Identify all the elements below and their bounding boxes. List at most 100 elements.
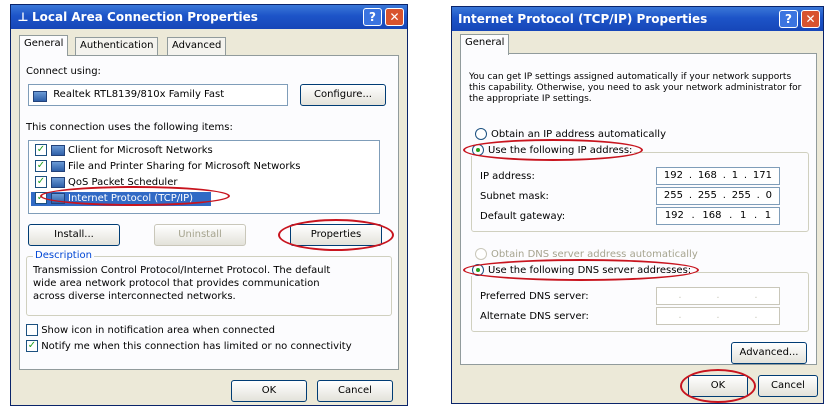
obtain-ip-auto-radio[interactable]: [475, 128, 487, 140]
ip-octet: 1: [739, 210, 747, 221]
local-area-connection-dialog: ⊥ Local Area Connection Properties ? ✕ Ge…: [10, 4, 408, 406]
checkbox-file-sharing[interactable]: ✓: [35, 160, 47, 172]
install-button[interactable]: Install...: [28, 224, 120, 246]
items-label: This connection uses the following items…: [26, 122, 233, 133]
highlight-ellipse-ok: [680, 369, 756, 403]
dialog2-title: Internet Protocol (TCP/IP) Properties: [458, 12, 708, 26]
cancel-button[interactable]: Cancel: [758, 375, 818, 397]
preferred-dns-label: Preferred DNS server:: [480, 291, 589, 302]
dialog1-title: Local Area Connection Properties: [32, 10, 258, 24]
general-panel: Connect using: Realtek RTL8139/810x Fami…: [19, 55, 399, 370]
show-icon-row[interactable]: Show icon in notification area when conn…: [26, 324, 275, 336]
obtain-ip-auto-label: Obtain an IP address automatically: [491, 129, 667, 140]
printer-icon: [51, 160, 65, 172]
subnet-mask-input[interactable]: 255. 255. 255. 0: [656, 187, 780, 205]
description-line-3: across diverse interconnected networks.: [33, 291, 236, 302]
preferred-dns-input[interactable]: ...: [656, 287, 780, 305]
close-button[interactable]: ✕: [801, 10, 820, 28]
ip-octet: 168: [702, 210, 722, 221]
tcpip-properties-dialog: Internet Protocol (TCP/IP) Properties ? …: [451, 6, 824, 404]
dialog1-titlebar[interactable]: ⊥ Local Area Connection Properties: [11, 5, 407, 29]
adapter-name: Realtek RTL8139/810x Family Fast: [53, 89, 225, 100]
ok-button[interactable]: OK: [231, 380, 307, 402]
obtain-dns-auto-radio: [475, 248, 487, 260]
help-button[interactable]: ?: [779, 10, 798, 28]
ip-dot: .: [754, 290, 758, 301]
description-line-1: Transmission Control Protocol/Internet P…: [33, 265, 331, 276]
ip-octet: 1: [764, 210, 772, 221]
default-gateway-label: Default gateway:: [480, 211, 566, 222]
ip-dot: .: [678, 290, 682, 301]
ip-dot: .: [678, 310, 682, 321]
list-item-label: File and Printer Sharing for Microsoft N…: [68, 161, 301, 172]
checkbox-qos[interactable]: ✓: [35, 176, 47, 188]
subnet-mask-label: Subnet mask:: [480, 191, 549, 202]
close-button[interactable]: ✕: [385, 8, 404, 26]
advanced-button[interactable]: Advanced...: [731, 342, 807, 364]
cancel-button[interactable]: Cancel: [317, 380, 393, 402]
connect-using-label: Connect using:: [26, 66, 101, 77]
ip-address-input[interactable]: 192. 168. 1. 171: [656, 167, 780, 185]
configure-button[interactable]: Configure...: [300, 84, 386, 106]
ip-dot: .: [756, 190, 760, 201]
ip-octet: 255: [697, 190, 717, 201]
ip-dot: .: [722, 190, 726, 201]
help-button[interactable]: ?: [363, 8, 382, 26]
ip-dot: .: [716, 310, 720, 321]
obtain-ip-auto-option[interactable]: Obtain an IP address automatically: [475, 128, 666, 140]
tab-general[interactable]: General: [19, 35, 69, 56]
info-line-3: the appropriate IP settings.: [469, 94, 592, 104]
network-icon: ⊥: [17, 10, 29, 24]
adapter-field: Realtek RTL8139/810x Family Fast: [28, 84, 288, 106]
highlight-ellipse-use-dns: [463, 259, 699, 281]
scheduler-icon: [51, 176, 65, 188]
highlight-ellipse-tcpip: [40, 186, 230, 206]
ip-octet: 255: [663, 190, 683, 201]
highlight-ellipse-properties: [278, 219, 394, 251]
highlight-ellipse-use-ip: [463, 139, 643, 161]
ip-address-label: IP address:: [480, 171, 535, 182]
alternate-dns-input[interactable]: ...: [656, 307, 780, 325]
ip-octet: 255: [731, 190, 751, 201]
dns-group: Use the following DNS server addresses: …: [470, 264, 809, 332]
ip-octet: 192: [663, 170, 683, 181]
show-icon-checkbox[interactable]: [26, 324, 38, 336]
ip-dot: .: [688, 170, 692, 181]
default-gateway-input[interactable]: 192. 168. 1. 1: [656, 207, 780, 225]
ip-dot: .: [753, 210, 758, 221]
client-icon: [51, 144, 65, 156]
tab-authentication[interactable]: Authentication: [75, 37, 159, 55]
show-icon-label: Show icon in notification area when conn…: [41, 325, 275, 336]
notify-label: Notify me when this connection has limit…: [41, 341, 352, 352]
ip-dot: .: [754, 310, 758, 321]
uninstall-button: Uninstall: [154, 224, 246, 246]
notify-checkbox[interactable]: ✓: [26, 340, 38, 352]
ip-octet: 171: [752, 170, 772, 181]
ip-dot: .: [688, 190, 692, 201]
description-line-2: wide area network protocol that provides…: [33, 278, 320, 289]
ip-general-panel: You can get IP settings assigned automat…: [460, 53, 817, 365]
ip-octet: 192: [664, 210, 684, 221]
dialog2-titlebar[interactable]: Internet Protocol (TCP/IP) Properties: [452, 7, 823, 31]
notify-row[interactable]: ✓ Notify me when this connection has lim…: [26, 340, 352, 352]
checkbox-client[interactable]: ✓: [35, 144, 47, 156]
tab-general[interactable]: General: [460, 34, 510, 55]
ip-dot: .: [691, 210, 695, 221]
ip-address-group: Use the following IP address: IP address…: [470, 144, 809, 232]
adapter-icon: [33, 90, 47, 102]
ip-dot: .: [716, 290, 720, 301]
description-title: Description: [33, 250, 94, 261]
ip-octet: 1: [731, 170, 739, 181]
ip-dot: .: [729, 210, 733, 221]
description-group: Description Transmission Control Protoco…: [26, 250, 392, 316]
tab-advanced[interactable]: Advanced: [167, 37, 227, 55]
ip-octet: 0: [765, 190, 772, 201]
list-item-client[interactable]: ✓ Client for Microsoft Networks: [35, 144, 213, 158]
ip-dot: .: [743, 170, 748, 181]
alternate-dns-label: Alternate DNS server:: [480, 311, 589, 322]
ip-dot: .: [722, 170, 726, 181]
info-line-2: this capability. Otherwise, you need to …: [469, 83, 802, 93]
ip-octet: 168: [697, 170, 717, 181]
list-item-file-sharing[interactable]: ✓ File and Printer Sharing for Microsoft …: [35, 160, 301, 174]
info-line-1: You can get IP settings assigned automat…: [469, 72, 792, 82]
